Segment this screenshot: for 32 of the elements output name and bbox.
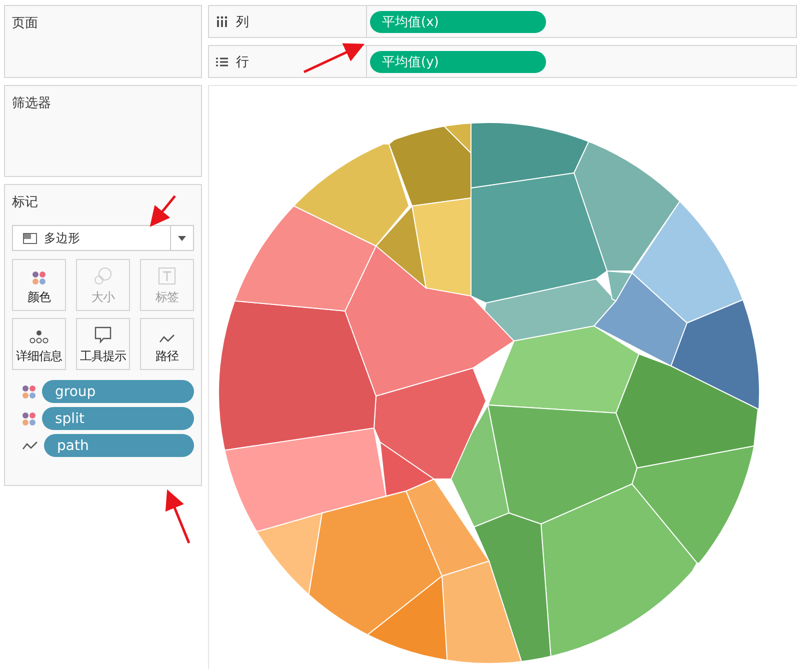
rows-icon: [216, 56, 228, 66]
mark-type-dropdown[interactable]: 多边形: [12, 225, 194, 251]
annotation-arrow: [150, 195, 176, 227]
text-t-icon: [158, 267, 176, 285]
columns-icon: [216, 16, 228, 27]
color-encoding-icon: [22, 412, 36, 426]
field-pill[interactable]: group: [42, 380, 194, 403]
mark-property-button[interactable]: 路径: [140, 318, 194, 370]
shelf-label: 列: [236, 14, 249, 30]
annotation-arrow: [165, 489, 190, 544]
card-title: 标记: [12, 194, 39, 211]
card-title: 筛选器: [12, 95, 52, 112]
color-encoding-icon: [22, 384, 36, 398]
dots-icon: [29, 330, 49, 344]
line-path-icon: [22, 440, 38, 450]
annotation-arrow: [303, 43, 365, 74]
mark-property-button[interactable]: 工具提示: [76, 318, 130, 370]
mark-property-button[interactable]: 颜色: [12, 259, 66, 311]
measure-pill[interactable]: 平均值(x): [370, 10, 546, 32]
caret-icon: [178, 236, 186, 240]
polygon-mark-icon: [23, 232, 37, 244]
field-pill[interactable]: path: [44, 434, 194, 457]
measure-pill[interactable]: 平均值(y): [370, 50, 546, 72]
line-path-icon: [159, 334, 175, 344]
shelf-label: 行: [236, 54, 249, 70]
card-title: 页面: [12, 15, 39, 32]
speech-bubble-icon: [94, 326, 112, 344]
mark-type-label: 多边形: [44, 230, 80, 246]
field-pill[interactable]: split: [42, 407, 194, 430]
circles-icon: [94, 267, 112, 285]
color-dots-icon: [32, 271, 46, 285]
mark-property-button[interactable]: 详细信息: [12, 318, 66, 370]
